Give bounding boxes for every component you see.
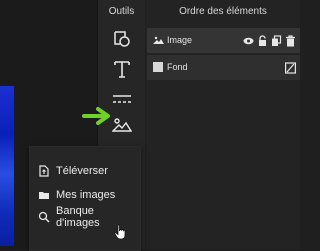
layer-row-image[interactable]: Image xyxy=(147,28,300,53)
layer-row-fond[interactable]: Fond xyxy=(147,55,300,80)
unlock-icon[interactable] xyxy=(257,34,268,46)
layer-label-image: Image xyxy=(167,35,193,45)
tools-title: Outils xyxy=(108,6,135,17)
green-pointer-arrow-icon xyxy=(82,107,110,125)
divider-icon xyxy=(113,95,131,103)
resize-icon[interactable] xyxy=(285,61,297,74)
upload-file-icon xyxy=(38,165,50,177)
menu-item-my-images-label: Mes images xyxy=(56,189,116,201)
menu-item-upload-label: Téléverser xyxy=(56,165,108,177)
image-mountain-icon xyxy=(112,118,132,132)
layers-panel: Ordre des éléments Image Fond xyxy=(146,0,300,249)
layer-label-fond: Fond xyxy=(167,62,188,72)
menu-item-upload[interactable]: Téléverser xyxy=(38,163,108,179)
layers-title: Ordre des éléments xyxy=(179,6,267,17)
layer-actions xyxy=(285,61,297,74)
menu-item-image-bank-label: Banque d'images xyxy=(56,205,100,229)
search-icon xyxy=(38,211,50,223)
folder-icon xyxy=(38,189,50,201)
layer-actions xyxy=(243,34,296,47)
text-tool-button[interactable] xyxy=(107,54,137,84)
menu-item-my-images[interactable]: Mes images xyxy=(38,187,115,203)
shape-tool-button[interactable] xyxy=(107,24,137,54)
background-layer-icon xyxy=(153,62,163,72)
trash-icon[interactable] xyxy=(285,34,296,47)
eye-icon[interactable] xyxy=(243,34,254,46)
menu-item-image-bank[interactable]: Banque d'images xyxy=(38,205,140,229)
image-layer-icon xyxy=(153,36,164,44)
text-icon xyxy=(114,61,130,78)
canvas-blue-image[interactable] xyxy=(0,86,14,246)
hand-cursor-icon xyxy=(114,224,126,240)
duplicate-icon[interactable] xyxy=(271,34,282,46)
shape-icon xyxy=(114,31,130,47)
